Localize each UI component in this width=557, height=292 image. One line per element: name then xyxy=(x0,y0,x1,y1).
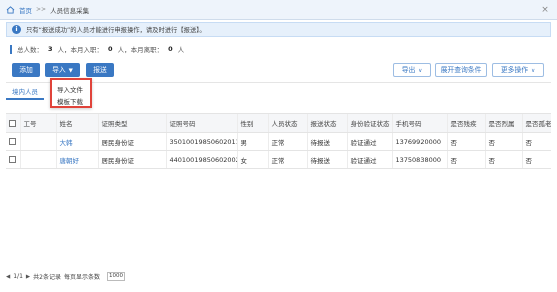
info-icon: i xyxy=(12,25,21,34)
table-row[interactable]: 唐朝好 居民身份证 44010019850602002X 女 正常 待报送 验证… xyxy=(6,150,551,169)
add-button-label: 添加 xyxy=(19,66,33,74)
close-icon[interactable]: × xyxy=(539,4,551,16)
export-button-label: 导出 xyxy=(401,66,416,74)
breadcrumb-current: 人员信息采集 xyxy=(50,6,90,15)
cell-personnel-status: 正常 xyxy=(267,150,307,169)
stats-summary: 总人数： 3 人，本月入职： 0 人，本月离职： 0 人 xyxy=(10,44,184,54)
import-button-label: 导入 xyxy=(52,66,66,74)
left-label: 人，本月离职： xyxy=(117,46,164,54)
header-verify-status: 身份验证状态 xyxy=(346,113,392,133)
breadcrumb-bar: 首页 >> 人员信息采集 × xyxy=(0,0,557,20)
cell-id-type: 居民身份证 xyxy=(97,132,166,151)
checkbox-icon[interactable] xyxy=(9,138,16,145)
submit-button[interactable]: 报送 xyxy=(86,63,114,77)
header-employee-id: 工号 xyxy=(19,113,56,133)
next-page-icon[interactable]: ▶ xyxy=(26,274,30,280)
import-dropdown-menu: 导入文件 模板下载 xyxy=(50,78,92,108)
cell-employee-id xyxy=(19,150,56,169)
table-row[interactable]: 大韩 居民身份证 350100198506020116 男 正常 待报送 验证通… xyxy=(6,132,551,151)
header-name: 姓名 xyxy=(55,113,98,133)
query-conditions-button[interactable]: 展开查询条件 xyxy=(435,63,487,77)
header-id-number: 证照号码 xyxy=(165,113,237,133)
page-indicator: 1/1 xyxy=(13,273,23,280)
left-value: 0 xyxy=(168,45,173,53)
menu-item-import-file[interactable]: 导入文件 xyxy=(57,84,83,94)
header-disabled: 是否残疾 xyxy=(446,113,485,133)
hired-label: 人，本月入职： xyxy=(57,46,104,54)
table-header-row: 工号 姓名 证照类型 证照号码 性别 人员状态 报送状态 身份验证状态 手机号码… xyxy=(6,113,551,133)
notice-text: 只有“报送成功”的人员才能进行申报操作，请及时进行【报送】。 xyxy=(26,27,206,34)
stats-marker xyxy=(10,44,12,54)
cell-name-link[interactable]: 唐朝好 xyxy=(55,150,98,169)
home-icon[interactable] xyxy=(6,5,15,14)
cell-martyr-family: 否 xyxy=(484,132,522,151)
hired-value: 0 xyxy=(108,45,113,53)
prev-page-icon[interactable]: ◀ xyxy=(6,274,10,280)
submit-button-label: 报送 xyxy=(93,66,107,74)
header-select-all[interactable] xyxy=(6,113,20,133)
cell-id-type: 居民身份证 xyxy=(97,150,166,169)
cell-lonely-elderly: 否 xyxy=(521,150,551,169)
notice-banner: i 只有“报送成功”的人员才能进行申报操作，请及时进行【报送】。 xyxy=(6,22,551,37)
tab-domestic-personnel[interactable]: 境内人员 xyxy=(6,86,44,100)
cell-gender: 女 xyxy=(236,150,268,169)
chevron-down-icon: ▼ xyxy=(68,68,73,74)
checkbox-icon[interactable] xyxy=(9,156,16,163)
header-lonely-elderly: 是否孤老 xyxy=(521,113,551,133)
personnel-table: 工号 姓名 证照类型 证照号码 性别 人员状态 报送状态 身份验证状态 手机号码… xyxy=(6,113,551,169)
chevron-down-icon: ∨ xyxy=(418,68,423,74)
per-page-label: 每页显示条数 xyxy=(63,274,100,281)
breadcrumb-separator: >> xyxy=(36,6,47,13)
cell-martyr-family: 否 xyxy=(484,150,522,169)
total-value: 3 xyxy=(48,45,53,53)
per-page-input[interactable]: 1000 xyxy=(106,272,125,281)
row-select[interactable] xyxy=(6,150,20,169)
cell-disabled: 否 xyxy=(446,132,485,151)
cell-phone: 13750838000 xyxy=(391,150,447,169)
more-actions-button[interactable]: 更多操作 ∨ xyxy=(492,63,544,77)
row-select[interactable] xyxy=(6,132,20,151)
cell-name-link[interactable]: 大韩 xyxy=(55,132,98,151)
checkbox-icon[interactable] xyxy=(9,119,16,127)
breadcrumb-home[interactable]: 首页 xyxy=(19,5,32,15)
cell-employee-id xyxy=(19,132,56,151)
cell-disabled: 否 xyxy=(446,150,485,169)
cell-verify-status: 验证通过 xyxy=(346,132,392,151)
chevron-down-icon: ∨ xyxy=(531,68,536,74)
add-button[interactable]: 添加 xyxy=(12,63,40,77)
header-submit-status: 报送状态 xyxy=(306,113,347,133)
header-martyr-family: 是否烈属 xyxy=(484,113,522,133)
cell-personnel-status: 正常 xyxy=(267,132,307,151)
cell-submit-status: 待报送 xyxy=(306,150,347,169)
total-label: 总人数： xyxy=(17,46,43,54)
cell-phone: 13769920000 xyxy=(391,132,447,151)
header-personnel-status: 人员状态 xyxy=(267,113,307,133)
pagination: ◀ 1/1 ▶ 共2条记录 每页显示条数 1000 xyxy=(6,272,125,281)
cell-lonely-elderly: 否 xyxy=(521,132,551,151)
cell-id-number: 350100198506020116 xyxy=(165,132,237,151)
export-button[interactable]: 导出 ∨ xyxy=(393,63,431,77)
cell-id-number: 44010019850602002X xyxy=(165,150,237,169)
import-button[interactable]: 导入 ▼ xyxy=(45,63,80,77)
header-phone: 手机号码 xyxy=(391,113,447,133)
query-conditions-label: 展开查询条件 xyxy=(440,66,482,74)
cell-gender: 男 xyxy=(236,132,268,151)
header-id-type: 证照类型 xyxy=(97,113,166,133)
menu-item-template-download[interactable]: 模板下载 xyxy=(57,96,83,106)
cell-submit-status: 待报送 xyxy=(306,132,347,151)
cell-verify-status: 验证通过 xyxy=(346,150,392,169)
more-actions-label: 更多操作 xyxy=(500,66,529,74)
header-gender: 性别 xyxy=(236,113,268,133)
record-count: 共2条记录 xyxy=(33,274,61,281)
stats-suffix: 人 xyxy=(177,46,185,54)
